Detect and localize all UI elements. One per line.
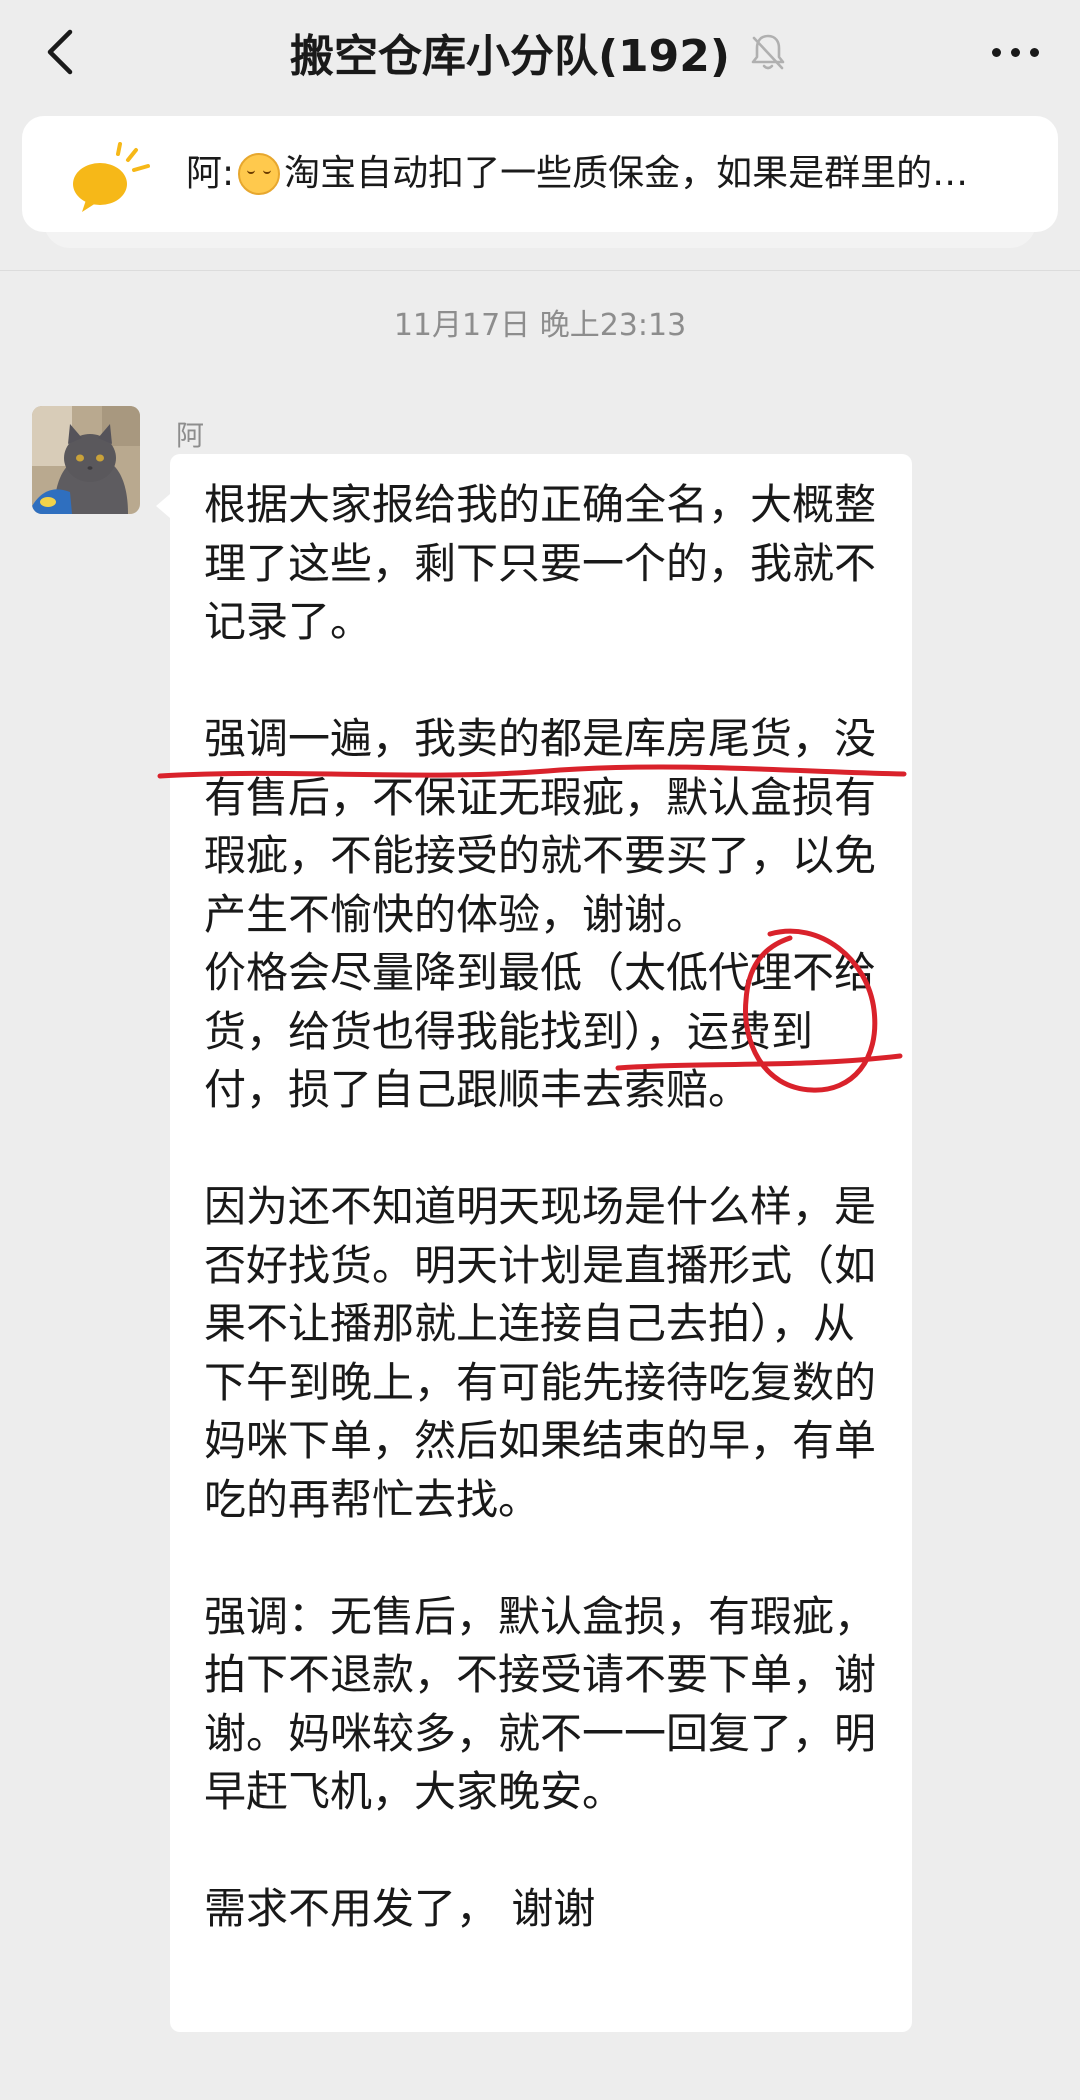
pleading-face-icon <box>238 153 281 195</box>
pinned-announcement[interactable]: 阿: 淘宝自动扣了一些质保金，如果是群里的… <box>22 116 1058 232</box>
ellipsis-icon <box>991 47 1001 57</box>
pinned-text: 淘宝自动扣了一些质保金，如果是群里的… <box>284 153 969 194</box>
message-text: 根据大家报给我的正确全名，大概整理了这些，剩下只要一个的，我就不记录了。 强调一… <box>204 480 877 1933</box>
nav-bar: 搬空仓库小分队(192) <box>0 0 1080 104</box>
chat-title-wrap: 搬空仓库小分队(192) <box>0 22 1080 82</box>
cat-avatar[interactable] <box>32 406 140 514</box>
avatar-image <box>32 406 140 514</box>
pinned-message: 阿: 淘宝自动扣了一些质保金，如果是群里的… <box>186 146 1016 202</box>
ellipsis-dot <box>1010 47 1020 57</box>
announcement-icon <box>73 142 150 212</box>
ellipsis-dot <box>1029 47 1039 57</box>
bell-off-icon <box>751 34 785 70</box>
sender-name: 阿 <box>176 419 205 452</box>
pinned-sender: 阿: <box>186 153 235 194</box>
divider <box>0 270 1080 271</box>
more-button[interactable] <box>980 22 1050 82</box>
message-bubble[interactable]: 根据大家报给我的正确全名，大概整理了这些，剩下只要一个的，我就不记录了。 强调一… <box>156 454 912 2032</box>
message-timestamp: 11月17日 晚上23:13 <box>393 308 687 343</box>
chat-title: 搬空仓库小分队(192) <box>289 31 731 82</box>
